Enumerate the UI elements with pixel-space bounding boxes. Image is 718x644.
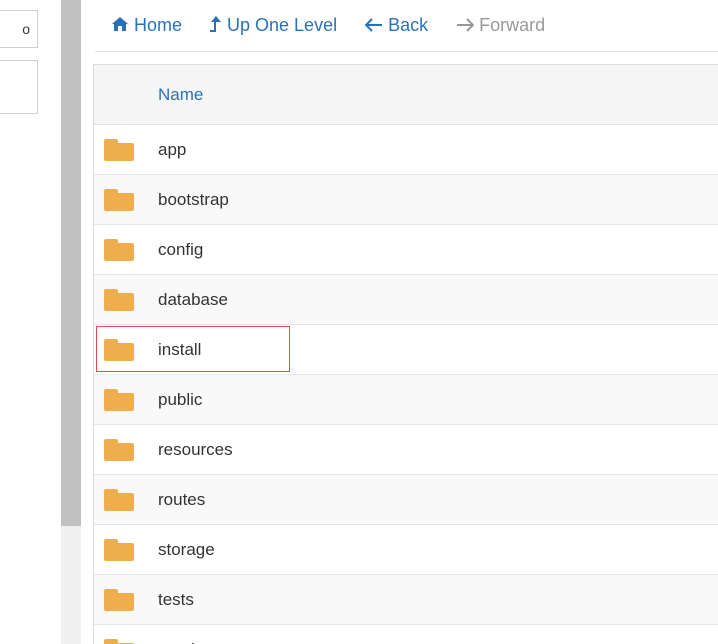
- table-row[interactable]: storage: [94, 525, 718, 575]
- table-row[interactable]: config: [94, 225, 718, 275]
- folder-name[interactable]: database: [158, 290, 228, 310]
- folder-name[interactable]: public: [158, 390, 202, 410]
- folder-icon: [104, 488, 134, 511]
- folder-icon: [104, 238, 134, 261]
- folder-name[interactable]: storage: [158, 540, 215, 560]
- folder-name[interactable]: tests: [158, 590, 194, 610]
- forward-label: Forward: [479, 15, 546, 35]
- folder-icon: [104, 388, 134, 411]
- table-row[interactable]: database: [94, 275, 718, 325]
- table-row[interactable]: routes: [94, 475, 718, 525]
- folder-name[interactable]: bootstrap: [158, 190, 229, 210]
- folder-icon: [104, 588, 134, 611]
- folder-name[interactable]: config: [158, 240, 203, 260]
- table-row[interactable]: resources: [94, 425, 718, 475]
- left-panel-box[interactable]: [0, 60, 38, 114]
- left-panel-field-text: o: [22, 21, 30, 37]
- folder-name[interactable]: install: [158, 340, 201, 360]
- folder-icon: [104, 288, 134, 311]
- file-manager-page: o Home Up One Level Back Forward Name ap…: [0, 0, 718, 644]
- folder-name[interactable]: app: [158, 140, 186, 160]
- name-column-header[interactable]: Name: [158, 85, 203, 105]
- up-one-level-button[interactable]: Up One Level: [210, 15, 337, 36]
- back-label: Back: [388, 15, 429, 35]
- navigation-toolbar: Home Up One Level Back Forward: [95, 0, 718, 52]
- level-up-icon: [210, 15, 222, 36]
- file-list-rows: app bootstrap config database install public r…: [94, 125, 718, 644]
- arrow-left-icon: [364, 17, 383, 35]
- folder-name[interactable]: routes: [158, 490, 205, 510]
- folder-icon: [104, 338, 134, 361]
- folder-icon: [104, 638, 134, 644]
- back-button[interactable]: Back: [364, 15, 429, 36]
- scrollbar-thumb[interactable]: [61, 0, 81, 526]
- home-icon: [111, 16, 129, 35]
- file-list-table: Name app bootstrap config database install pu…: [93, 64, 718, 644]
- left-panel-field[interactable]: o: [0, 10, 38, 48]
- table-row[interactable]: bootstrap: [94, 175, 718, 225]
- home-label: Home: [134, 15, 183, 35]
- table-row[interactable]: vendor: [94, 625, 718, 644]
- folder-icon: [104, 138, 134, 161]
- arrow-right-icon: [456, 17, 475, 35]
- forward-button[interactable]: Forward: [456, 15, 545, 36]
- folder-name[interactable]: resources: [158, 440, 233, 460]
- home-button[interactable]: Home: [111, 15, 182, 36]
- folder-icon: [104, 538, 134, 561]
- table-row[interactable]: tests: [94, 575, 718, 625]
- folder-icon: [104, 188, 134, 211]
- left-panel: o: [0, 0, 60, 644]
- folder-name[interactable]: vendor: [158, 640, 210, 644]
- folder-icon: [104, 438, 134, 461]
- vertical-scrollbar[interactable]: [61, 0, 81, 644]
- table-row[interactable]: app: [94, 125, 718, 175]
- up-one-level-label: Up One Level: [227, 15, 338, 35]
- table-header-row: Name: [94, 65, 718, 125]
- table-row[interactable]: public: [94, 375, 718, 425]
- table-row[interactable]: install: [94, 325, 718, 375]
